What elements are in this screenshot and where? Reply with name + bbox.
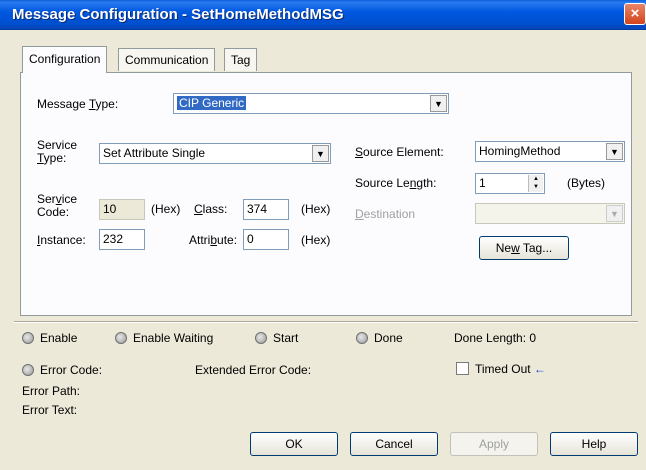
apply-button[interactable]: Apply xyxy=(450,432,538,456)
ok-button[interactable]: OK xyxy=(250,432,338,456)
divider xyxy=(14,321,638,323)
instance-value: 232 xyxy=(103,232,124,246)
enable-indicator-icon xyxy=(22,332,34,344)
tab-communication-label: Communication xyxy=(125,53,209,67)
start-label: Start xyxy=(273,331,299,345)
arrow-left-icon: ← xyxy=(533,362,546,376)
destination-select[interactable]: ▼ xyxy=(475,203,625,224)
configuration-panel: Message Type: CIP Generic ▼ Service Type:… xyxy=(20,72,632,316)
service-code-value: 10 xyxy=(103,202,117,216)
service-code-hex-label: (Hex) xyxy=(151,202,181,216)
title-bar: Message Configuration - SetHomeMethodMSG… xyxy=(0,0,646,30)
chevron-down-icon[interactable]: ▼ xyxy=(606,205,623,222)
error-code-indicator-icon xyxy=(22,364,34,376)
class-hex-label: (Hex) xyxy=(301,202,331,216)
tab-tag[interactable]: Tag xyxy=(224,48,258,71)
tab-configuration-label: Configuration xyxy=(29,52,101,66)
enable-label: Enable xyxy=(40,331,78,345)
service-type-label: Service Type: xyxy=(37,138,78,165)
class-label: Class: xyxy=(194,202,228,216)
chevron-down-icon[interactable]: ▼ xyxy=(606,143,623,160)
class-value: 374 xyxy=(247,202,268,216)
cancel-button[interactable]: Cancel xyxy=(350,432,438,456)
timed-out-label: Timed Out ← xyxy=(475,362,546,376)
done-label: Done xyxy=(374,331,403,345)
error-code-label: Error Code: xyxy=(40,363,103,377)
error-text-label: Error Text: xyxy=(22,403,78,417)
chevron-down-icon[interactable]: ▼ xyxy=(430,95,447,112)
source-element-value: HomingMethod xyxy=(479,144,561,158)
attribute-hex-label: (Hex) xyxy=(301,233,331,247)
tab-communication[interactable]: Communication xyxy=(118,48,216,71)
help-button[interactable]: Help xyxy=(550,432,638,456)
source-element-select[interactable]: HomingMethod ▼ xyxy=(475,141,625,162)
enable-waiting-indicator-icon xyxy=(115,332,127,344)
destination-label: Destination xyxy=(355,207,416,221)
source-length-value: 1 xyxy=(479,176,486,190)
attribute-value: 0 xyxy=(247,232,254,246)
tab-configuration[interactable]: Configuration xyxy=(22,46,108,73)
source-length-label: Source Length: xyxy=(355,176,437,190)
source-element-label: Source Element: xyxy=(355,145,444,159)
attribute-field[interactable]: 0 xyxy=(243,229,289,250)
extended-error-code-label: Extended Error Code: xyxy=(195,363,312,377)
done-indicator-icon xyxy=(356,332,368,344)
spinner-icon[interactable]: ▲ ▼ xyxy=(528,175,543,192)
message-type-value: CIP Generic xyxy=(177,96,247,110)
service-code-label: Service Code: xyxy=(37,192,78,219)
start-indicator-icon xyxy=(255,332,267,344)
done-length-label: Done Length: 0 xyxy=(454,331,537,345)
timed-out-checkbox[interactable] xyxy=(456,362,469,375)
message-type-label: Message Type: xyxy=(37,97,119,111)
instance-label: Instance: xyxy=(37,233,86,247)
error-path-label: Error Path: xyxy=(22,384,81,398)
source-length-stepper[interactable]: 1 ▲ ▼ xyxy=(475,173,545,194)
close-button[interactable]: × xyxy=(624,3,646,25)
service-type-select[interactable]: Set Attribute Single ▼ xyxy=(99,143,331,164)
attribute-label: Attribute: xyxy=(189,233,238,247)
service-type-value: Set Attribute Single xyxy=(103,146,206,160)
bytes-label: (Bytes) xyxy=(567,176,606,190)
close-icon: × xyxy=(630,5,640,22)
window-title: Message Configuration - SetHomeMethodMSG xyxy=(12,6,344,23)
instance-field[interactable]: 232 xyxy=(99,229,145,250)
class-field[interactable]: 374 xyxy=(243,199,289,220)
service-code-field: 10 xyxy=(99,199,145,220)
enable-waiting-label: Enable Waiting xyxy=(133,331,214,345)
new-tag-button[interactable]: New Tag... xyxy=(479,236,569,260)
tab-tag-label: Tag xyxy=(231,53,251,67)
chevron-down-icon[interactable]: ▼ xyxy=(312,145,329,162)
message-type-select[interactable]: CIP Generic ▼ xyxy=(173,93,449,114)
